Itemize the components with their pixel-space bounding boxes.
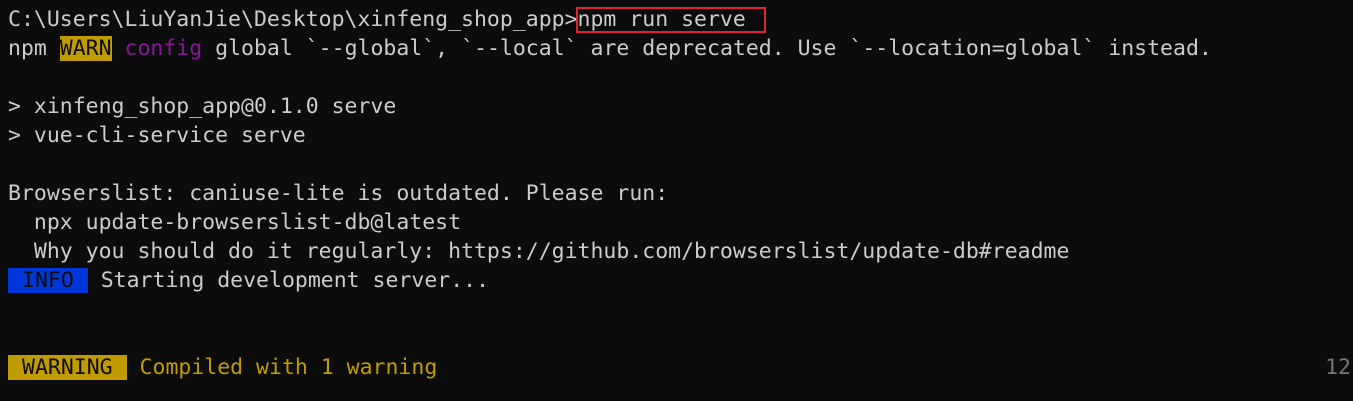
browserslist-line: Browserslist: caniuse-lite is outdated. … bbox=[8, 181, 669, 206]
warn-badge: WARN bbox=[59, 36, 112, 61]
info-message: Starting development server... bbox=[87, 268, 490, 293]
warning-message: Compiled with 1 warning bbox=[126, 355, 438, 380]
info-badge: INFO bbox=[8, 268, 88, 293]
info-line: INFO Starting development server... bbox=[8, 266, 1353, 295]
config-label: config bbox=[124, 36, 203, 61]
terminal-output[interactable]: C:\Users\LiuYanJie\Desktop\xinfeng_shop_… bbox=[8, 5, 1353, 382]
script-line-serve: > xinfeng_shop_app@0.1.0 serve bbox=[8, 94, 397, 119]
npm-prefix: npm bbox=[8, 36, 60, 61]
highlighted-command: npm run serve bbox=[575, 7, 766, 33]
npm-warn-line: npm WARN config global `--global`, `--lo… bbox=[8, 34, 1353, 63]
warn-message: global `--global`, `--local` are depreca… bbox=[202, 36, 1212, 61]
prompt-path: C:\Users\LiuYanJie\Desktop\xinfeng_shop_… bbox=[8, 7, 578, 32]
warning-badge: WARNING bbox=[8, 355, 127, 380]
warning-line: WARNING Compiled with 1 warning 12 bbox=[8, 353, 1353, 382]
command-line: C:\Users\LiuYanJie\Desktop\xinfeng_shop_… bbox=[8, 5, 1353, 34]
browserslist-reason-line: Why you should do it regularly: https://… bbox=[8, 239, 1070, 264]
line-number: 12 bbox=[1325, 355, 1351, 380]
script-line-vue-cli: > vue-cli-service serve bbox=[8, 123, 306, 148]
browserslist-command-line: npx update-browserslist-db@latest bbox=[8, 210, 462, 235]
